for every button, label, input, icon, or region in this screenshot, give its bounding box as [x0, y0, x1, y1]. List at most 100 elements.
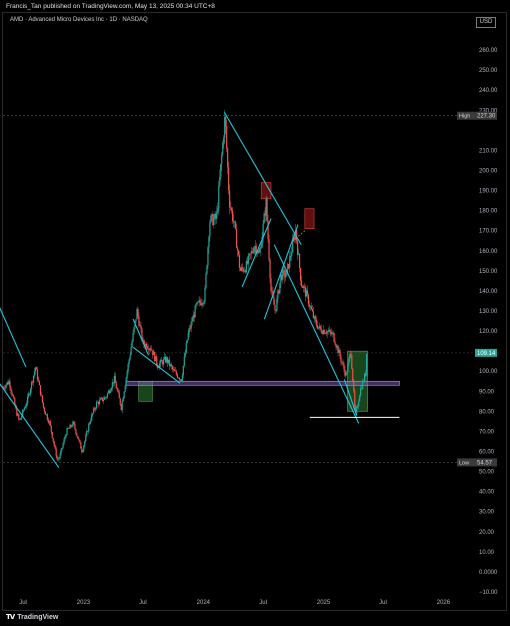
- candle-body: [3, 387, 5, 388]
- candle-body: [98, 399, 101, 405]
- candle-body: [347, 363, 349, 373]
- candle-body: [329, 329, 331, 333]
- candle-body: [186, 339, 188, 343]
- candle-body: [218, 185, 220, 209]
- candle-body: [297, 241, 299, 255]
- candle-body: [181, 375, 183, 382]
- high-price-label-prefix: High: [459, 114, 470, 120]
- candle-body: [350, 354, 352, 355]
- high-price-label: 227.30: [477, 114, 496, 120]
- candle-body: [235, 228, 238, 248]
- x-tick-label: Jul: [139, 600, 147, 606]
- candle-body: [30, 381, 33, 390]
- candle-body: [116, 388, 118, 391]
- candle-body: [341, 361, 343, 363]
- candle-body: [124, 385, 126, 392]
- y-tick-label: 180.00: [479, 209, 498, 215]
- x-tick-label: Jul: [19, 600, 27, 606]
- candle-body: [291, 252, 293, 257]
- y-tick-label: 130.00: [479, 309, 498, 315]
- candle-body: [131, 341, 133, 348]
- candle-body: [343, 363, 345, 370]
- candle-body: [230, 208, 233, 211]
- candle-body: [62, 443, 64, 448]
- y-tick-label: 140.00: [479, 289, 498, 295]
- low-price-label-prefix: Low: [459, 460, 469, 466]
- candle-body: [298, 253, 301, 268]
- candle-body: [185, 342, 187, 353]
- y-tick-label: 30.00: [479, 510, 495, 516]
- candle-body: [171, 366, 174, 370]
- footer[interactable]: 𝗧𝗩 TradingView: [6, 613, 58, 622]
- candle-body: [52, 437, 54, 442]
- candle-body: [25, 406, 27, 408]
- candle-body: [102, 399, 105, 402]
- candle-body: [262, 223, 264, 237]
- candle-body: [54, 445, 56, 449]
- candle-body: [77, 436, 79, 439]
- candle-body: [118, 392, 120, 399]
- candle-body: [351, 354, 353, 369]
- candle-body: [53, 441, 55, 446]
- candle-body: [356, 407, 358, 414]
- low-price-label: 54.57: [477, 460, 493, 466]
- candle-body: [133, 327, 135, 333]
- candle-body: [365, 353, 368, 376]
- candle-body: [138, 316, 140, 326]
- candle-body: [204, 287, 206, 302]
- candle-body: [303, 286, 306, 288]
- candle-body: [197, 301, 199, 303]
- candle-body: [140, 325, 142, 329]
- y-tick-label: 90.00: [479, 389, 495, 395]
- candle-body: [90, 420, 92, 423]
- y-tick-label: 100.00: [479, 369, 498, 375]
- candle-body: [123, 391, 125, 398]
- candle-body: [334, 341, 336, 345]
- candle-body: [199, 300, 201, 303]
- candle-body: [129, 355, 131, 360]
- candle-body: [46, 414, 48, 420]
- candle-body: [43, 407, 45, 412]
- candle-body: [208, 236, 210, 248]
- y-tick-label: 260.00: [479, 48, 498, 54]
- candle-body: [183, 356, 185, 366]
- candle-body: [320, 328, 322, 333]
- candle-body: [268, 238, 270, 260]
- candle-body: [206, 265, 208, 274]
- candle-body: [75, 429, 77, 434]
- candle-body: [311, 309, 313, 312]
- candle-body: [88, 424, 90, 432]
- candle-body: [50, 425, 52, 432]
- price-chart[interactable]: 260.00250.00240.00230.00210.00200.00190.…: [0, 0, 510, 626]
- candle-body: [13, 395, 15, 399]
- candle-body: [348, 358, 350, 364]
- candle-body: [49, 421, 51, 426]
- candle-layer: [2, 109, 368, 462]
- candle-body: [38, 381, 41, 386]
- y-tick-label: 170.00: [479, 229, 498, 235]
- candle-body: [33, 371, 36, 376]
- candle-body: [78, 438, 80, 440]
- candle-body: [76, 433, 78, 437]
- candle-body: [11, 390, 13, 395]
- candle-body: [79, 439, 81, 443]
- candle-body: [228, 167, 230, 191]
- candle-body: [146, 343, 148, 349]
- candle-body: [27, 396, 29, 404]
- candle-body: [68, 428, 70, 429]
- candle-body: [178, 377, 180, 380]
- candle-body: [137, 308, 139, 317]
- candle-body: [26, 403, 28, 407]
- candle-body: [216, 211, 218, 219]
- candle-body: [99, 398, 102, 400]
- candle-body: [176, 374, 179, 378]
- candle-body: [37, 379, 40, 382]
- candle-body: [125, 377, 127, 386]
- candle-body: [310, 306, 313, 310]
- candle-body: [299, 267, 302, 281]
- y-tick-label: 50.00: [479, 470, 495, 476]
- candle-body: [80, 442, 82, 449]
- candle-body: [300, 280, 303, 287]
- candle-body: [222, 142, 224, 155]
- y-tick-label: 40.00: [479, 490, 495, 496]
